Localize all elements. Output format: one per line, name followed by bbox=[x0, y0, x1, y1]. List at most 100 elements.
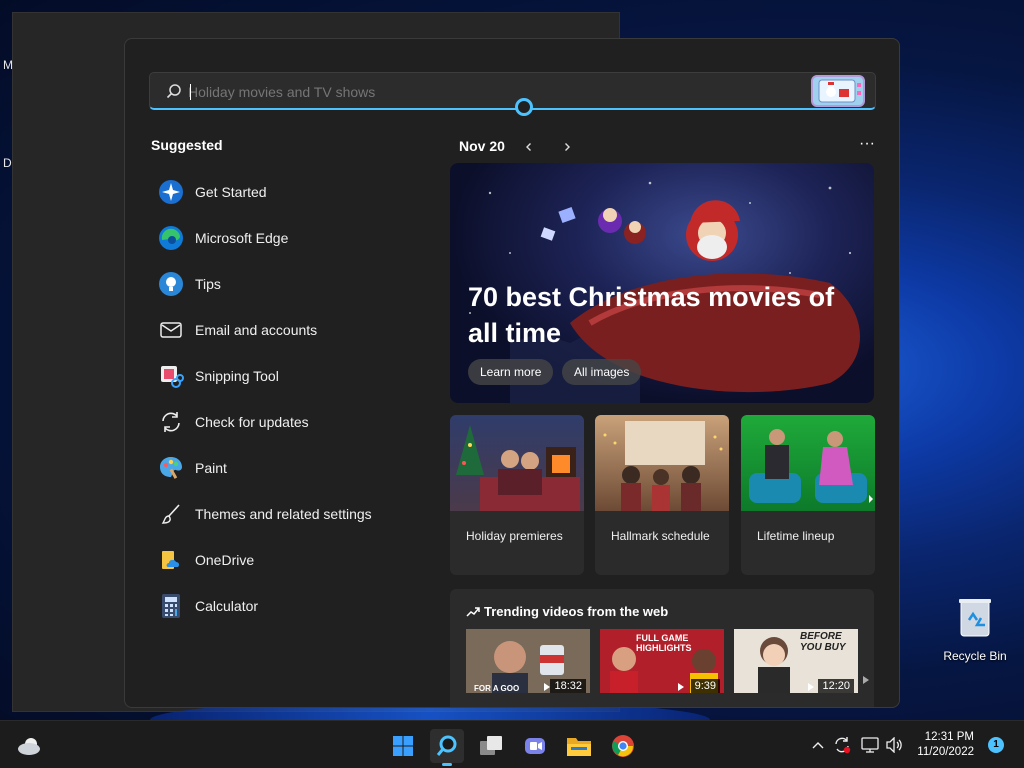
network-button[interactable] bbox=[860, 735, 880, 755]
hero-headline: 70 best Christmas movies of all time bbox=[468, 282, 835, 348]
text-caret bbox=[190, 84, 191, 100]
brush-icon bbox=[157, 500, 185, 528]
mail-icon bbox=[157, 316, 185, 344]
chevron-right-icon bbox=[565, 143, 570, 151]
suggested-item-label: Tips bbox=[195, 276, 221, 292]
file-explorer-button[interactable] bbox=[562, 729, 596, 763]
search-box[interactable] bbox=[149, 72, 876, 110]
suggested-title: Suggested bbox=[151, 137, 223, 153]
get-started-icon bbox=[157, 178, 185, 206]
suggested-item-label: Calculator bbox=[195, 598, 259, 614]
scroll-right-icon[interactable] bbox=[862, 675, 870, 685]
hallmark-schedule-card[interactable]: Hallmark schedule bbox=[595, 415, 729, 575]
suggested-item-calculator[interactable]: Calculator bbox=[157, 583, 417, 629]
next-day-button[interactable] bbox=[555, 135, 579, 159]
card-caption: Lifetime lineup bbox=[757, 529, 835, 543]
suggested-item-microsoft-edge[interactable]: Microsoft Edge bbox=[157, 215, 417, 261]
suggested-item-tips[interactable]: Tips bbox=[157, 261, 417, 307]
trending-videos-section: Trending videos from the web FOR A GOO 1… bbox=[450, 589, 874, 707]
holiday-premieres-image bbox=[450, 415, 584, 511]
previous-day-button[interactable] bbox=[517, 135, 541, 159]
card-caption: Holiday premieres bbox=[466, 529, 563, 543]
taskbar: 12:31 PM 11/20/2022 1 bbox=[0, 720, 1024, 768]
mouse-cursor bbox=[515, 98, 533, 116]
onedrive-icon bbox=[157, 546, 185, 574]
snipping-tool-icon bbox=[157, 362, 185, 390]
lifetime-lineup-card[interactable]: Lifetime lineup bbox=[741, 415, 875, 575]
task-view-button[interactable] bbox=[474, 729, 508, 763]
holiday-premieres-card[interactable]: Holiday premieres bbox=[450, 415, 584, 575]
taskbar-search-button[interactable] bbox=[430, 729, 464, 766]
play-icon bbox=[678, 683, 684, 691]
task-view-icon bbox=[480, 736, 502, 755]
trending-video[interactable]: FOR A GOO 18:32 bbox=[466, 629, 590, 693]
teams-chat-icon bbox=[525, 738, 545, 754]
video-duration: 9:39 bbox=[690, 679, 720, 693]
widgets-button[interactable] bbox=[12, 729, 46, 763]
show-hidden-icons-button[interactable] bbox=[808, 735, 828, 755]
suggested-item-label: Snipping Tool bbox=[195, 368, 279, 384]
all-images-button[interactable]: All images bbox=[562, 359, 642, 385]
card-caption: Hallmark schedule bbox=[611, 529, 710, 543]
suggested-item-check-for-updates[interactable]: Check for updates bbox=[157, 399, 417, 445]
suggested-item-label: Email and accounts bbox=[195, 322, 318, 338]
chrome-button[interactable] bbox=[606, 729, 640, 763]
trending-title: Trending videos from the web bbox=[484, 604, 669, 619]
trending-title-row: Trending videos from the web bbox=[466, 604, 668, 619]
recycle-bin-label: Recycle Bin bbox=[943, 649, 1007, 663]
suggested-item-email-and-accounts[interactable]: Email and accounts bbox=[157, 307, 417, 353]
calculator-icon bbox=[157, 592, 185, 620]
volume-icon bbox=[886, 737, 902, 753]
tips-icon bbox=[157, 270, 185, 298]
play-icon bbox=[808, 683, 814, 691]
start-button[interactable] bbox=[386, 729, 420, 763]
trending-video[interactable]: BEFORE YOU BUY 12:20 bbox=[734, 629, 858, 693]
sync-status-button[interactable] bbox=[832, 735, 852, 755]
clock-date: 11/20/2022 bbox=[917, 746, 974, 758]
sync-alert-icon bbox=[835, 737, 851, 754]
search-icon bbox=[436, 735, 457, 756]
suggested-item-get-started[interactable]: Get Started bbox=[157, 169, 417, 215]
system-clock[interactable]: 12:31 PM 11/20/2022 bbox=[912, 730, 974, 760]
chrome-icon bbox=[612, 735, 634, 757]
volume-button[interactable] bbox=[884, 735, 904, 755]
suggested-list: Get Started Microsoft Edge Tips Email an… bbox=[157, 169, 417, 629]
teams-chat-button[interactable] bbox=[518, 729, 552, 763]
video-overlay-text: FULL GAME HIGHLIGHTS bbox=[636, 633, 692, 653]
suggested-item-snipping-tool[interactable]: Snipping Tool bbox=[157, 353, 417, 399]
video-overlay-text: FOR A GOO bbox=[474, 684, 520, 693]
video-duration: 18:32 bbox=[550, 679, 586, 693]
edge-icon bbox=[157, 224, 185, 252]
trending-arrow-icon bbox=[466, 606, 480, 617]
start-icon bbox=[393, 736, 413, 756]
desktop-edge-label: D bbox=[3, 156, 12, 170]
suggested-item-paint[interactable]: Paint bbox=[157, 445, 417, 491]
suggested-item-onedrive[interactable]: OneDrive bbox=[157, 537, 417, 583]
notification-badge[interactable]: 1 bbox=[988, 737, 1004, 753]
clock-time: 12:31 PM bbox=[924, 731, 974, 743]
search-input[interactable] bbox=[188, 81, 788, 103]
suggested-item-label: Check for updates bbox=[195, 414, 309, 430]
lifetime-lineup-image bbox=[741, 415, 875, 511]
search-icon bbox=[166, 84, 181, 99]
search-highlight-image[interactable] bbox=[811, 75, 865, 107]
chevron-up-icon bbox=[812, 742, 824, 749]
highlights-date-row: Nov 20 ··· bbox=[459, 135, 879, 159]
suggested-item-themes-and-related-settings[interactable]: Themes and related settings bbox=[157, 491, 417, 537]
recycle-bin-shortcut[interactable]: Recycle Bin bbox=[940, 596, 1010, 663]
suggested-item-label: Microsoft Edge bbox=[195, 230, 289, 246]
recycle-bin-icon bbox=[959, 599, 991, 637]
weather-cloud-icon bbox=[18, 738, 40, 755]
chevron-left-icon bbox=[526, 143, 531, 151]
hero-highlight-card[interactable]: 70 best Christmas movies of all time Lea… bbox=[450, 163, 874, 403]
search-flyout: Suggested Get Started Microsoft Edge Tip… bbox=[124, 38, 900, 708]
hallmark-schedule-image bbox=[595, 415, 729, 511]
more-options-button[interactable]: ··· bbox=[855, 135, 879, 159]
trending-video[interactable]: FULL GAME HIGHLIGHTS 9:39 bbox=[600, 629, 724, 693]
update-icon bbox=[157, 408, 185, 436]
highlights-date: Nov 20 bbox=[459, 138, 505, 154]
learn-more-button[interactable]: Learn more bbox=[468, 359, 554, 385]
suggested-item-label: Get Started bbox=[195, 184, 267, 200]
network-icon bbox=[861, 737, 879, 753]
suggested-item-label: OneDrive bbox=[195, 552, 255, 568]
